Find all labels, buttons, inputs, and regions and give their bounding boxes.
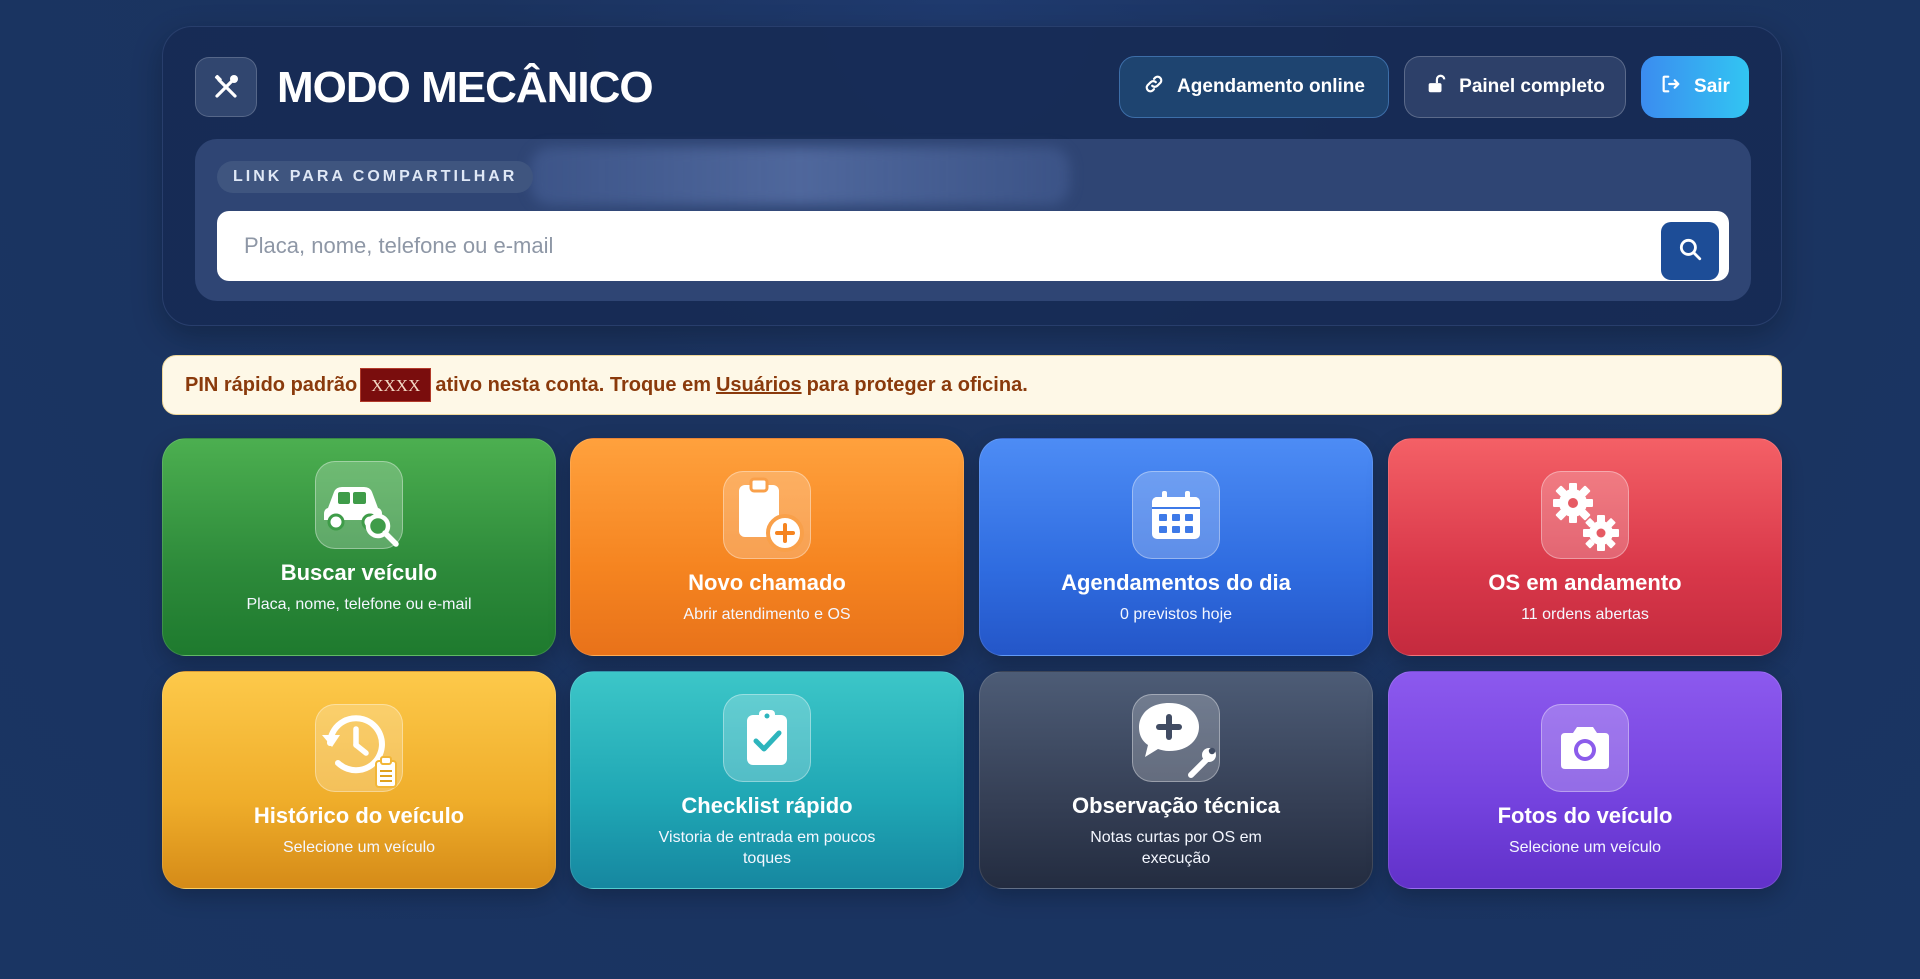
tile-subtitle: 0 previstos hoje <box>1119 606 1233 623</box>
tile-observacao-tecnica[interactable]: Observação técnica Notas curtas por OS e… <box>979 671 1373 889</box>
share-link-label: LINK PARA COMPARTILHAR <box>217 161 534 193</box>
clipboard-plus-icon <box>723 471 811 559</box>
calendar-icon <box>1132 471 1220 559</box>
clipboard-check-icon <box>723 694 811 782</box>
tile-buscar-veiculo[interactable]: Buscar veículo Placa, nome, telefone ou … <box>162 438 556 656</box>
unlock-icon <box>1425 73 1447 101</box>
link-icon <box>1143 73 1165 101</box>
tile-title: Agendamentos do dia <box>1061 570 1291 595</box>
app-title: MODO MECÂNICO <box>277 63 654 112</box>
logout-button[interactable]: Sair <box>1641 56 1749 118</box>
tile-title: Novo chamado <box>688 570 846 595</box>
tile-subtitle: Abrir atendimento e OS <box>683 606 851 623</box>
car-search-icon <box>315 461 403 549</box>
tile-title: Buscar veículo <box>280 560 438 585</box>
redacted-link-blur <box>530 147 1070 205</box>
tile-title: Observação técnica <box>1072 793 1280 818</box>
tile-historico-do-veiculo[interactable]: Histórico do veículo Selecione um veícul… <box>162 671 556 889</box>
full-panel-button[interactable]: Painel completo <box>1404 56 1626 118</box>
tile-title: Histórico do veículo <box>253 803 465 828</box>
tile-title: Checklist rápido <box>681 793 853 818</box>
tile-subtitle: Vistoria de entrada em poucos toques <box>658 829 876 867</box>
pin-prefix: PIN rápido padrão <box>185 373 358 396</box>
tools-logo-icon <box>195 57 257 117</box>
tile-subtitle: 11 ordens abertas <box>1521 606 1649 623</box>
tile-fotos-do-veiculo[interactable]: Fotos do veículo Selecione um veículo <box>1388 671 1782 889</box>
online-scheduling-button[interactable]: Agendamento online <box>1119 56 1389 118</box>
search-icon <box>1677 236 1703 267</box>
pin-suffix: para proteger a oficina. <box>806 373 1028 396</box>
logout-icon <box>1660 73 1682 101</box>
pin-code: XXXX <box>360 368 432 402</box>
camera-icon <box>1541 704 1629 792</box>
comment-wrench-icon <box>1132 694 1220 782</box>
tile-os-em-andamento[interactable]: OS em andamento 11 ordens abertas <box>1388 438 1782 656</box>
tile-title: OS em andamento <box>1488 570 1682 595</box>
pin-warning-banner: PIN rápido padrão XXXX ativo nesta conta… <box>162 355 1782 415</box>
tile-subtitle: Selecione um veículo <box>282 839 436 856</box>
tile-agendamentos-do-dia[interactable]: Agendamentos do dia 0 previstos hoje <box>979 438 1373 656</box>
tile-subtitle: Placa, nome, telefone ou e-mail <box>246 596 472 613</box>
pin-middle: ativo nesta conta. Troque em <box>435 373 711 396</box>
gears-icon <box>1541 471 1629 559</box>
tile-novo-chamado[interactable]: Novo chamado Abrir atendimento e OS <box>570 438 964 656</box>
tile-checklist-rapido[interactable]: Checklist rápido Vistoria de entrada em … <box>570 671 964 889</box>
online-scheduling-label: Agendamento online <box>1177 76 1365 97</box>
users-link[interactable]: Usuários <box>716 374 802 397</box>
logout-label: Sair <box>1694 76 1730 97</box>
search-input[interactable] <box>217 211 1637 281</box>
tile-subtitle: Selecione um veículo <box>1508 839 1662 856</box>
history-icon <box>315 704 403 792</box>
tile-title: Fotos do veículo <box>1497 803 1673 828</box>
share-section: LINK PARA COMPARTILHAR <box>195 139 1751 301</box>
full-panel-label: Painel completo <box>1459 76 1605 97</box>
search-field <box>217 211 1729 281</box>
tile-subtitle: Notas curtas por OS em execução <box>1090 829 1262 867</box>
header-card: MODO MECÂNICO Agendamento online Painel … <box>162 26 1782 326</box>
search-button[interactable] <box>1661 222 1719 280</box>
